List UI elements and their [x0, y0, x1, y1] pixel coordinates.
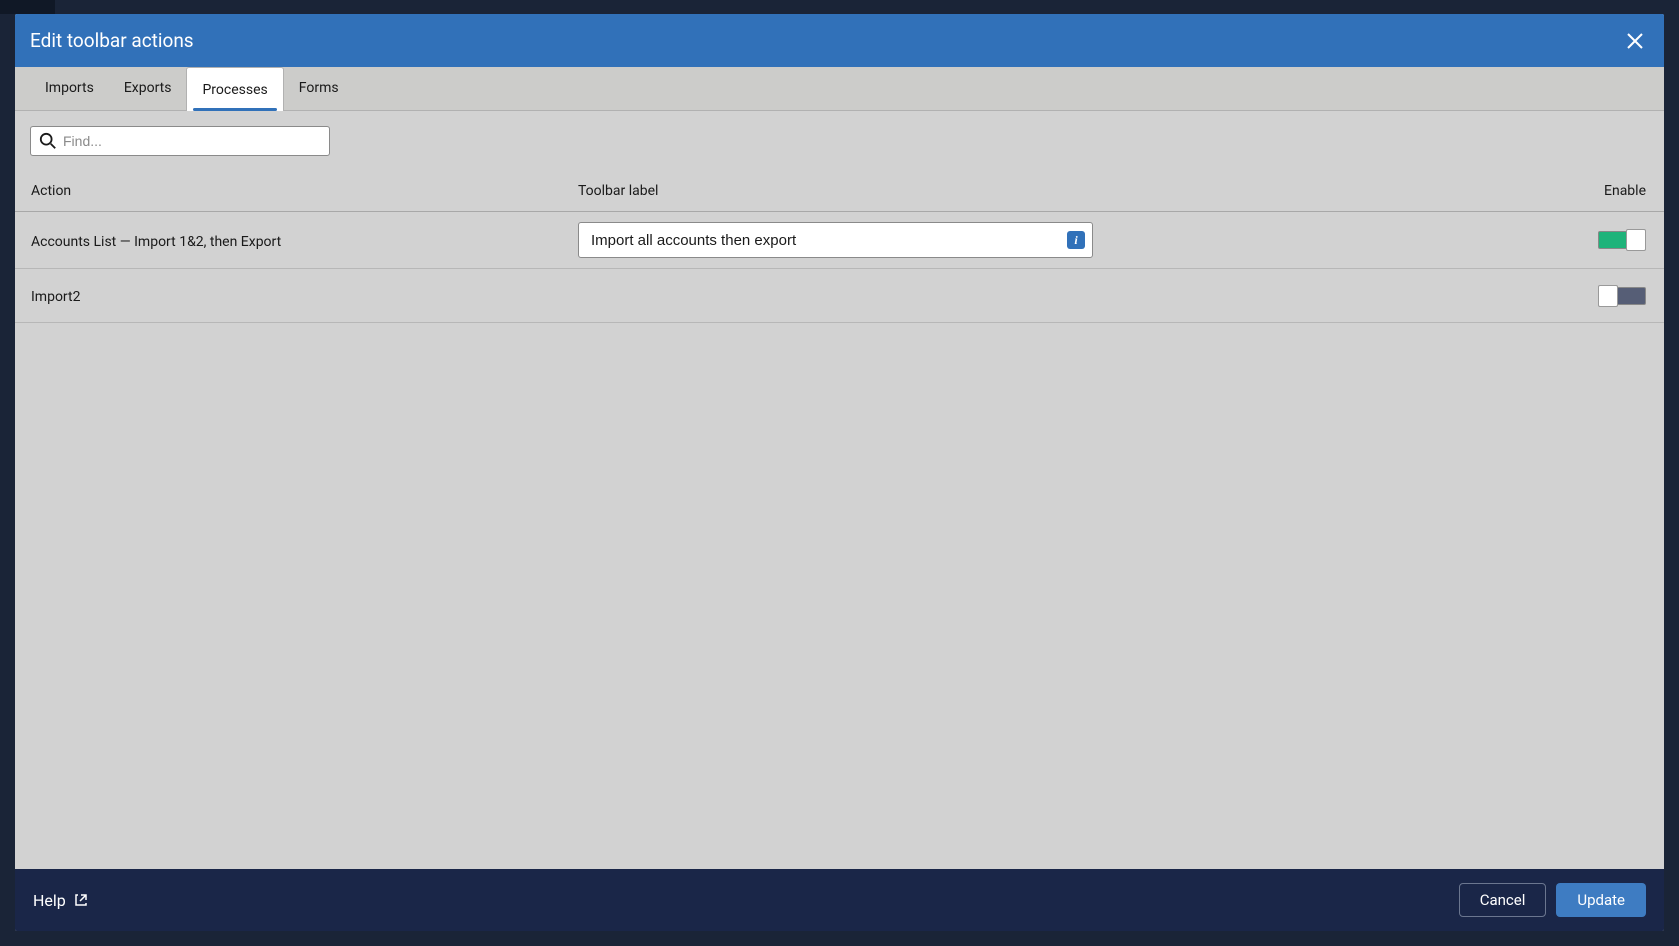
footer-buttons: Cancel Update	[1459, 883, 1646, 917]
app-topbar	[0, 0, 1679, 14]
tab-imports[interactable]: Imports	[30, 66, 109, 110]
close-icon	[1626, 32, 1644, 50]
edit-toolbar-actions-modal: Edit toolbar actions ImportsExportsProce…	[15, 14, 1664, 931]
table-header: Action Toolbar label Enable	[15, 171, 1664, 212]
modal-footer: Help Cancel Update	[15, 869, 1664, 931]
search-area	[15, 111, 1664, 171]
modal-header: Edit toolbar actions	[15, 14, 1664, 67]
enable-toggle[interactable]	[1598, 231, 1646, 249]
help-link[interactable]: Help	[33, 891, 88, 910]
modal-title: Edit toolbar actions	[30, 29, 194, 52]
close-button[interactable]	[1624, 30, 1646, 52]
action-name: Accounts List — Import 1&2, then Export	[31, 234, 281, 250]
toolbar-label-input[interactable]	[578, 222, 1093, 258]
help-label: Help	[33, 891, 66, 910]
external-link-icon	[74, 893, 88, 907]
toggle-knob	[1598, 285, 1618, 307]
search-icon	[39, 132, 57, 150]
info-icon[interactable]: i	[1067, 231, 1085, 249]
toggle-knob	[1626, 229, 1646, 251]
search-box[interactable]	[30, 126, 330, 156]
cancel-button[interactable]: Cancel	[1459, 883, 1547, 917]
tab-exports[interactable]: Exports	[109, 66, 187, 110]
table-body: Accounts List — Import 1&2, then Export i…	[15, 212, 1664, 869]
column-header-action: Action	[31, 183, 578, 199]
column-header-label: Toolbar label	[578, 183, 1576, 199]
tab-processes[interactable]: Processes	[186, 67, 283, 111]
table-row: Accounts List — Import 1&2, then Export i	[15, 212, 1664, 269]
topbar-corner	[0, 0, 55, 14]
table-row: Import2	[15, 269, 1664, 323]
enable-toggle[interactable]	[1598, 287, 1646, 305]
update-button[interactable]: Update	[1556, 883, 1646, 917]
action-name: Import2	[31, 289, 80, 305]
tab-forms[interactable]: Forms	[284, 66, 354, 110]
search-input[interactable]	[63, 133, 321, 149]
column-header-enable: Enable	[1576, 183, 1646, 199]
tab-bar: ImportsExportsProcessesForms	[15, 67, 1664, 111]
